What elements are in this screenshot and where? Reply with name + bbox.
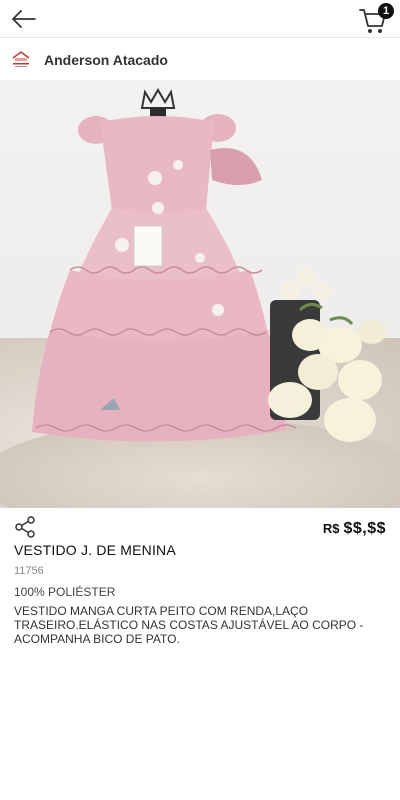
product-image-carousel[interactable]: [0, 80, 400, 508]
price-currency: R$: [322, 521, 340, 536]
product-title: VESTIDO J. DE MENINA: [14, 542, 176, 558]
store-header[interactable]: Anderson Atacado: [0, 39, 400, 80]
share-icon: [15, 516, 35, 538]
share-button[interactable]: [14, 516, 36, 538]
price-value: $$,$$: [343, 520, 386, 537]
arrow-left-icon: [12, 10, 36, 28]
product-material: 100% POLIÉSTER: [14, 585, 116, 599]
product-description: VESTIDO MANGA CURTA PEITO COM RENDA,LAÇO…: [14, 604, 364, 646]
store-name: Anderson Atacado: [44, 51, 168, 68]
top-app-bar: 1: [0, 0, 400, 38]
product-code: 11756: [14, 565, 44, 577]
cart-button[interactable]: 1: [358, 3, 394, 35]
product-photo: [32, 88, 386, 442]
product-price: R$ $$,$$: [323, 520, 386, 538]
cart-count-badge: 1: [378, 3, 394, 19]
store-logo-icon: [8, 47, 34, 73]
back-button[interactable]: [8, 5, 40, 33]
